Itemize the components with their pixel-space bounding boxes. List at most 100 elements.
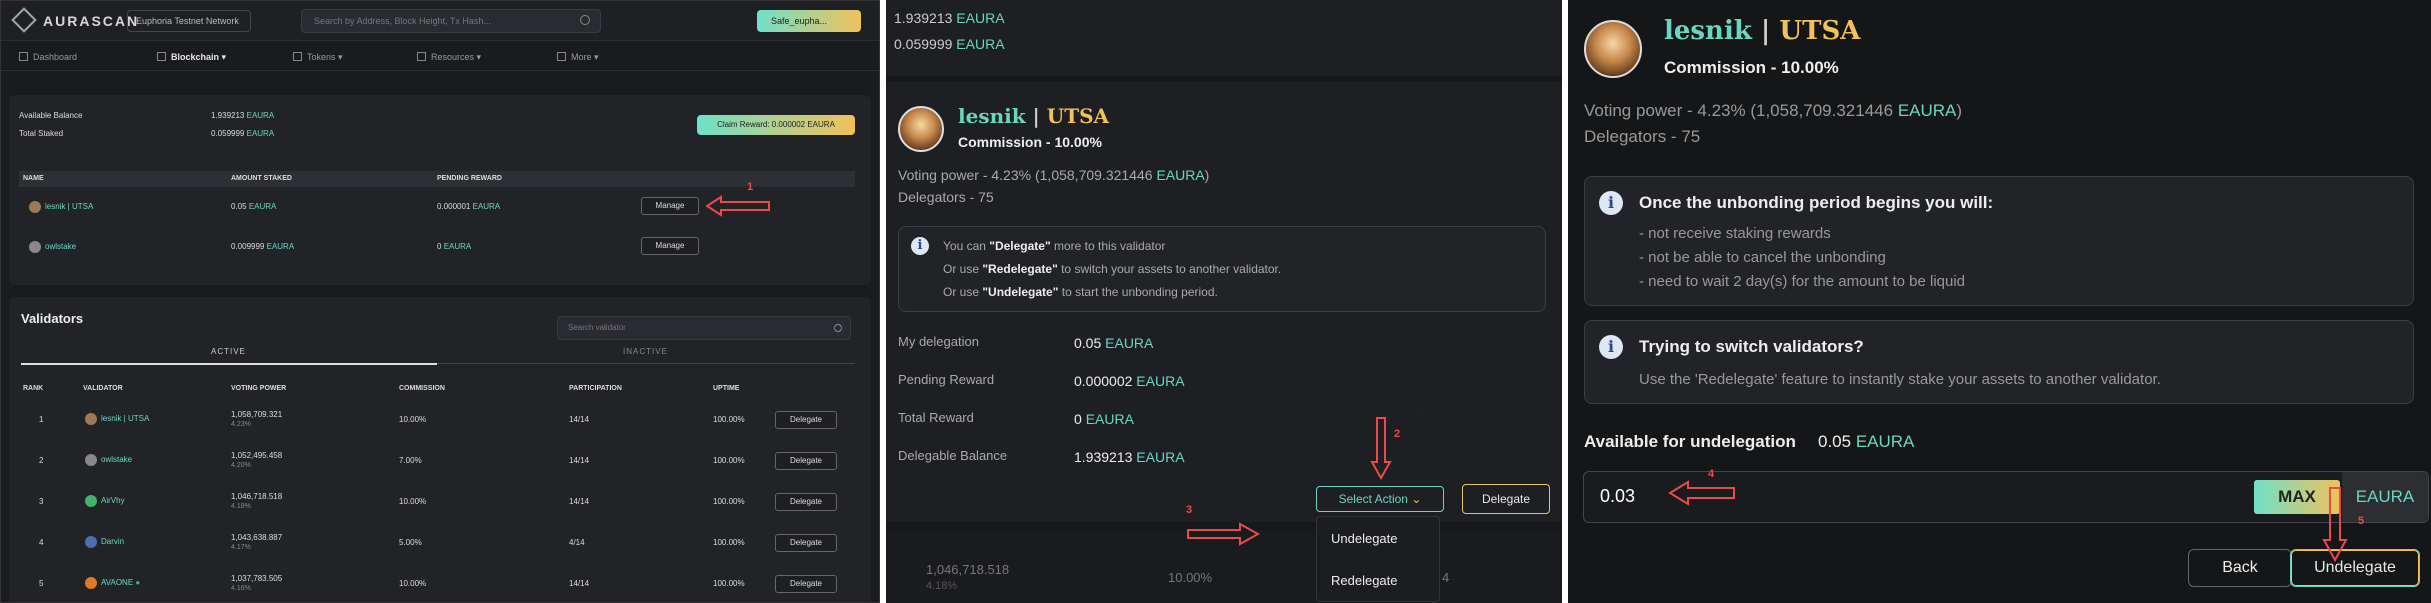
claim-reward-button[interactable]: Claim Reward: 0.000002 EAURA <box>697 115 855 135</box>
available-undelegation-value: 0.05 EAURA <box>1818 432 1914 452</box>
resources-icon <box>417 52 426 61</box>
menu-item-redelegate[interactable]: Redelegate <box>1331 573 1398 588</box>
balance-strip: 1.939213 EAURA 0.059999 EAURA <box>886 0 1562 76</box>
my-delegation-amount: 0.05 <box>1074 335 1102 351</box>
delegation-1-amount: 0.05 EAURA <box>231 202 276 211</box>
nav-blockchain[interactable]: Blockchain ▾ <box>157 52 226 63</box>
more-icon <box>557 52 566 61</box>
available-balance-value: 1.939213 EAURA <box>211 111 274 120</box>
delegate-button[interactable]: Delegate <box>775 575 837 593</box>
global-search-input[interactable]: Search by Address, Block Height, Tx Hash… <box>301 9 601 33</box>
global-search-placeholder: Search by Address, Block Height, Tx Hash… <box>314 16 491 26</box>
info-line-2-c: to switch your assets to another validat… <box>1057 262 1282 276</box>
delegate-button[interactable]: Delegate <box>1462 484 1550 514</box>
col-rank: RANK <box>23 385 44 392</box>
balance-1-unit: EAURA <box>956 10 1005 26</box>
delegation-1-amount-value: 0.05 <box>231 202 247 211</box>
dashboard-icon <box>19 52 28 61</box>
logo-text[interactable]: AURASCAN <box>43 13 139 29</box>
delegate-button[interactable]: Delegate <box>775 452 837 470</box>
validator-avatar <box>85 413 97 425</box>
balance-1-value: 1.939213 <box>894 10 953 26</box>
uptime: 100.00% <box>713 456 745 465</box>
total-reward-amount: 0 <box>1074 411 1082 427</box>
menu-item-undelegate[interactable]: Undelegate <box>1331 531 1398 546</box>
delegation-1-validator: lesnik | UTSA <box>45 202 94 212</box>
bg-voting-power: 1,046,718.518 <box>926 562 1010 577</box>
validator-3-label: AirVhy <box>101 496 125 506</box>
delegate-button[interactable]: Delegate <box>775 493 837 511</box>
delegation-row-2-name[interactable]: owlstake <box>29 241 76 253</box>
bg-commission: 10.00% <box>1168 570 1213 585</box>
delegation-2-validator: owlstake <box>45 242 77 252</box>
nav-tokens[interactable]: Tokens ▾ <box>293 52 343 63</box>
total-staked-value: 0.059999 EAURA <box>211 129 274 138</box>
back-button[interactable]: Back <box>2188 549 2292 587</box>
aurascan-staking-page: AURASCAN Euphoria Testnet Network Search… <box>0 0 880 603</box>
participation: 4/14 <box>569 538 585 547</box>
validators-card <box>9 297 871 602</box>
delegate-button[interactable]: Delegate <box>775 411 837 429</box>
delegation-2-reward-unit: EAURA <box>443 242 472 251</box>
nav-more-label: More <box>571 52 592 62</box>
nav-resources[interactable]: Resources ▾ <box>417 52 481 63</box>
voting-power: 1,058,709.321 <box>231 410 283 419</box>
available-undelegation-label: Available for undelegation <box>1584 432 1796 451</box>
voting-power-prefix: Voting power - 4.23% <box>1584 101 1746 120</box>
info-line-1: You can "Delegate" more to this validato… <box>943 239 1165 253</box>
validator-title: lesnik | UTSA <box>958 104 1109 128</box>
select-action-dropdown[interactable]: Select Action ⌄ <box>1316 486 1444 512</box>
tab-divider <box>437 363 855 364</box>
available-balance-amount: 1.939213 <box>211 111 245 120</box>
search-validator-input[interactable]: Search validator <box>557 316 851 340</box>
available-undelegation-amount: 0.05 <box>1818 432 1852 451</box>
amount-input[interactable]: 0.03 <box>1600 486 1635 507</box>
voting-power: 1,052,495.458 <box>231 451 283 460</box>
total-staked-label: Total Staked <box>19 129 64 138</box>
main-nav: Dashboard Blockchain ▾ Tokens ▾ Resource… <box>1 45 879 71</box>
validator-name[interactable]: AVAONE ● <box>85 577 140 589</box>
validator-name[interactable]: lesnik | UTSA <box>85 413 149 425</box>
total-staked-amount: 0.059999 <box>211 129 245 138</box>
search-icon[interactable] <box>580 15 590 25</box>
switch-title: Trying to switch validators? <box>1639 337 1864 356</box>
undelegate-button[interactable]: Undelegate <box>2290 549 2420 587</box>
select-action-label: Select Action <box>1338 492 1408 506</box>
delegation-2-amount: 0.009999 EAURA <box>231 242 294 251</box>
nav-more[interactable]: More ▾ <box>557 52 599 63</box>
commission: Commission - 10.00% <box>958 134 1102 150</box>
col-participation: PARTICIPATION <box>569 385 622 392</box>
tokens-icon <box>293 52 302 61</box>
col-uptime: UPTIME <box>713 385 740 392</box>
available-balance-unit: EAURA <box>246 111 275 120</box>
delegation-2-amount-value: 0.009999 <box>231 242 265 251</box>
voting-power-pct: 4.16% <box>231 585 251 592</box>
manage-button-2[interactable]: Manage <box>641 237 699 255</box>
balance-line-1: 1.939213 EAURA <box>894 10 1005 26</box>
unbonding-item-1: - not receive staking rewards <box>1639 225 1831 242</box>
delegation-row-1-name[interactable]: lesnik | UTSA <box>29 201 93 213</box>
delegation-1-reward-unit: EAURA <box>472 202 501 211</box>
search-icon[interactable] <box>834 324 842 332</box>
tab-active[interactable]: ACTIVE <box>211 347 246 356</box>
nav-dashboard[interactable]: Dashboard <box>19 52 77 62</box>
chevron-down-icon: ⌄ <box>1411 492 1422 506</box>
network-selector[interactable]: Euphoria Testnet Network <box>127 10 251 32</box>
validator-name[interactable]: owlstake <box>85 454 132 466</box>
validator-name[interactable]: Darvin <box>85 536 124 548</box>
info-line-3-a: Or use <box>943 285 983 299</box>
wallet-button[interactable]: Safe_eupha... <box>757 10 861 32</box>
validators-title: Validators <box>21 311 84 326</box>
validator-avatar <box>898 106 944 152</box>
validator-avatar <box>29 241 41 253</box>
available-undelegation-unit: EAURA <box>1855 432 1915 451</box>
manage-button-1[interactable]: Manage <box>641 197 699 215</box>
validator-first-name: lesnik <box>958 104 1026 128</box>
voting-power-pct: 4.17% <box>231 544 251 551</box>
annotation-arrow-5 <box>2322 487 2348 562</box>
validator-name[interactable]: AirVhy <box>85 495 125 507</box>
delegate-button[interactable]: Delegate <box>775 534 837 552</box>
tab-inactive[interactable]: INACTIVE <box>623 347 668 356</box>
commission: 10.00% <box>399 497 427 506</box>
cursor-dot: ● <box>1418 410 1425 421</box>
